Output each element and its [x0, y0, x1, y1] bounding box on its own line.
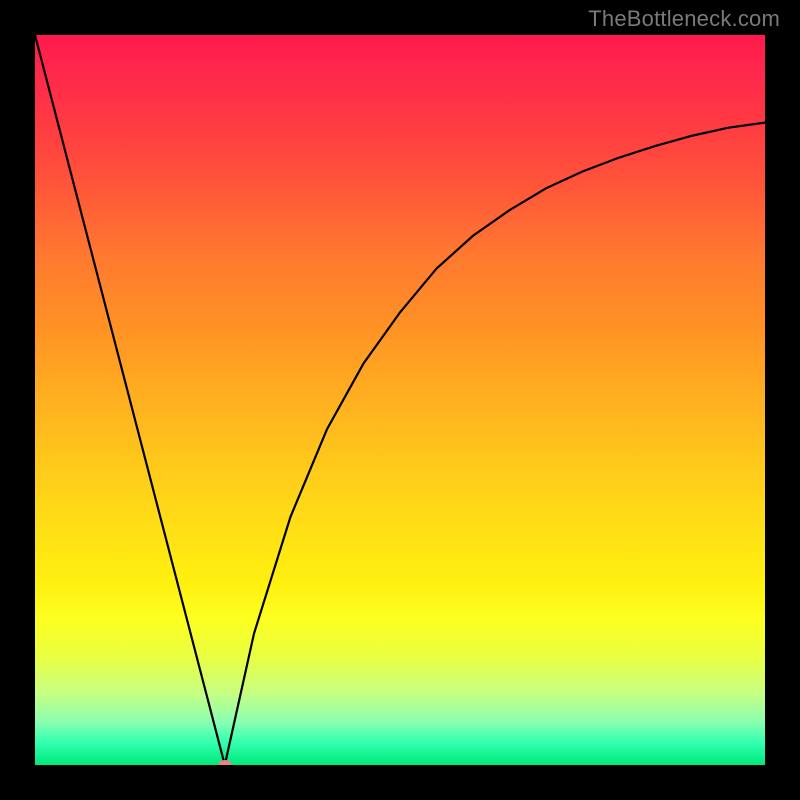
watermark-text: TheBottleneck.com [588, 6, 780, 32]
bottleneck-curve-right [225, 123, 765, 765]
bottleneck-marker [218, 760, 232, 765]
bottleneck-curve-left [35, 35, 225, 765]
plot-area [35, 35, 765, 765]
curve-layer [35, 35, 765, 765]
chart-frame: TheBottleneck.com [0, 0, 800, 800]
